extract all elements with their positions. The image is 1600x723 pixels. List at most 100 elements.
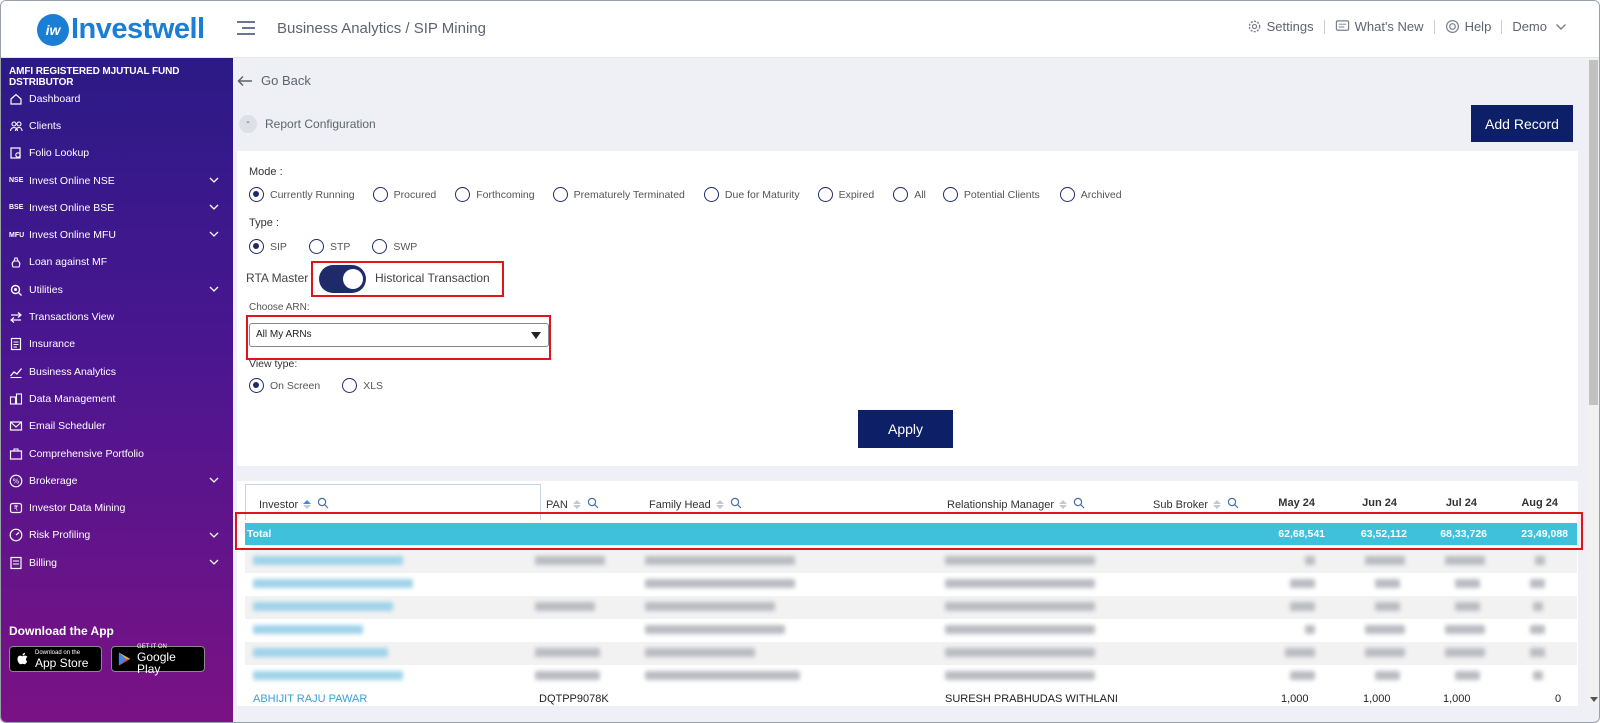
app-store-badge[interactable]: Download on the App Store: [9, 646, 102, 672]
view-option-on-screen[interactable]: On Screen: [249, 378, 320, 393]
type-option-sip[interactable]: SIP: [249, 239, 287, 254]
radio-button[interactable]: [249, 378, 264, 393]
add-record-button[interactable]: Add Record: [1471, 105, 1573, 142]
radio-button[interactable]: [552, 187, 568, 202]
user-menu[interactable]: Demo: [1512, 19, 1567, 34]
sort-icon[interactable]: [1213, 500, 1222, 509]
sidebar-item-data-management[interactable]: Data Management: [1, 385, 233, 412]
sidebar-item-dashboard[interactable]: Dashboard: [1, 85, 233, 112]
radio-button[interactable]: [893, 187, 909, 202]
page-scrollbar[interactable]: [1587, 58, 1599, 704]
mode-option-currently-running[interactable]: Currently Running: [249, 187, 355, 202]
redacted-investor-link[interactable]: [253, 579, 413, 588]
column-header-sub-broker[interactable]: Sub Broker: [1153, 497, 1239, 512]
search-icon[interactable]: [581, 497, 599, 512]
radio-button[interactable]: [308, 239, 324, 254]
search-icon[interactable]: [1067, 497, 1085, 512]
sort-icon[interactable]: [1059, 500, 1068, 509]
sidebar-item-invest-online-nse[interactable]: NSE Invest Online NSE: [1, 167, 233, 194]
mode-option-due-for-maturity[interactable]: Due for Maturity: [703, 187, 800, 202]
google-play-badge[interactable]: GET IT ON Google Play: [111, 644, 205, 675]
mode-option-procured[interactable]: Procured: [372, 187, 436, 202]
sidebar-item-folio-lookup[interactable]: Folio Lookup: [1, 140, 233, 167]
type-option-stp[interactable]: STP: [308, 239, 350, 254]
hamburger-menu-icon[interactable]: [237, 21, 255, 37]
sidebar-item-business-analytics[interactable]: Business Analytics: [1, 358, 233, 385]
column-header-month[interactable]: May 24: [1255, 497, 1315, 509]
report-config-toggle[interactable]: - Report Configuration: [239, 115, 376, 133]
sort-icon[interactable]: [572, 500, 581, 509]
sidebar-item-clients[interactable]: Clients: [1, 112, 233, 139]
radio-button[interactable]: [372, 187, 388, 202]
sidebar-item-risk-profiling[interactable]: Risk Profiling: [1, 522, 233, 549]
arrow-left-icon: [237, 75, 252, 86]
radio-label: Expired: [838, 188, 875, 201]
source-toggle[interactable]: [319, 265, 366, 293]
apple-icon: [17, 652, 28, 665]
sidebar-item-loan-against-mf[interactable]: Loan against MF: [1, 249, 233, 276]
mode-option-archived[interactable]: Archived: [1059, 187, 1122, 202]
type-option-swp[interactable]: SWP: [372, 239, 417, 254]
sidebar-item-insurance[interactable]: Insurance: [1, 331, 233, 358]
investwell-logo[interactable]: iw Investwell: [37, 13, 205, 46]
help-link[interactable]: Help: [1445, 19, 1491, 34]
sidebar-item-utilities[interactable]: Utilities: [1, 276, 233, 303]
view-option-xls[interactable]: XLS: [342, 378, 383, 393]
redacted-investor-link[interactable]: [253, 671, 403, 680]
sort-icon[interactable]: [715, 500, 724, 509]
scroll-down-arrow-icon[interactable]: [1590, 697, 1598, 702]
column-header-family-head[interactable]: Family Head: [649, 497, 742, 512]
search-icon[interactable]: [724, 497, 742, 512]
go-back-link[interactable]: Go Back: [237, 73, 311, 88]
investor-link[interactable]: ABHIJIT RAJU PAWAR: [253, 693, 367, 705]
column-header-month[interactable]: Aug 24: [1498, 497, 1558, 509]
sidebar-item-invest-online-mfu[interactable]: MFU Invest Online MFU: [1, 221, 233, 248]
settings-link[interactable]: Settings: [1247, 19, 1314, 34]
redacted-cell: [1290, 602, 1315, 611]
mode-option-forthcoming[interactable]: Forthcoming: [455, 187, 535, 202]
mode-option-potential-clients[interactable]: Potential Clients: [942, 187, 1040, 202]
sort-icon[interactable]: [303, 500, 312, 509]
sidebar-item-transactions-view[interactable]: Transactions View: [1, 303, 233, 330]
redacted-investor-link[interactable]: [253, 556, 403, 565]
sidebar-item-investor-data-mining[interactable]: ₹ Investor Data Mining: [1, 494, 233, 521]
redacted-investor-link[interactable]: [253, 602, 393, 611]
sidebar-item-label: Risk Profiling: [29, 529, 91, 542]
sidebar-item-comprehensive-portfolio[interactable]: Comprehensive Portfolio: [1, 440, 233, 467]
radio-button[interactable]: [1059, 187, 1075, 202]
scrollbar-thumb[interactable]: [1589, 60, 1598, 405]
redacted-cell: [645, 579, 795, 588]
sidebar-item-invest-online-bse[interactable]: BSE Invest Online BSE: [1, 194, 233, 221]
search-icon[interactable]: [311, 497, 329, 512]
mode-option-all[interactable]: All: [893, 187, 926, 202]
radio-button[interactable]: [249, 187, 264, 202]
redacted-investor-link[interactable]: [253, 648, 388, 657]
radio-label: Forthcoming: [476, 188, 535, 201]
whats-new-link[interactable]: What's New: [1335, 19, 1424, 34]
sidebar-item-label: Invest Online BSE: [29, 201, 115, 214]
column-header-month[interactable]: Jun 24: [1337, 497, 1397, 509]
apply-button[interactable]: Apply: [858, 410, 953, 448]
jul-cell: 1,000: [1443, 693, 1471, 705]
column-header-relationship-manager[interactable]: Relationship Manager: [947, 497, 1085, 512]
radio-button[interactable]: [703, 187, 719, 202]
sidebar-item-billing[interactable]: Billing: [1, 549, 233, 576]
radio-button[interactable]: [942, 187, 958, 202]
radio-button[interactable]: [455, 187, 471, 202]
sidebar-item-brokerage[interactable]: % Brokerage: [1, 467, 233, 494]
radio-button[interactable]: [817, 187, 833, 202]
redacted-investor-link[interactable]: [253, 625, 363, 634]
radio-button[interactable]: [372, 239, 388, 254]
arn-select[interactable]: All My ARNs: [249, 323, 549, 347]
chevron-down-icon: [209, 475, 219, 487]
sidebar-item-label: Dashboard: [29, 92, 81, 105]
sidebar-item-email-scheduler[interactable]: Email Scheduler: [1, 413, 233, 440]
mode-option-prematurely-terminated[interactable]: Prematurely Terminated: [552, 187, 685, 202]
search-icon[interactable]: [1221, 497, 1239, 512]
radio-button[interactable]: [249, 239, 264, 254]
column-header-pan[interactable]: PAN: [546, 497, 599, 512]
column-header-investor[interactable]: Investor: [259, 497, 329, 512]
mode-option-expired[interactable]: Expired: [817, 187, 875, 202]
column-header-month[interactable]: Jul 24: [1417, 497, 1477, 509]
radio-button[interactable]: [342, 378, 358, 393]
